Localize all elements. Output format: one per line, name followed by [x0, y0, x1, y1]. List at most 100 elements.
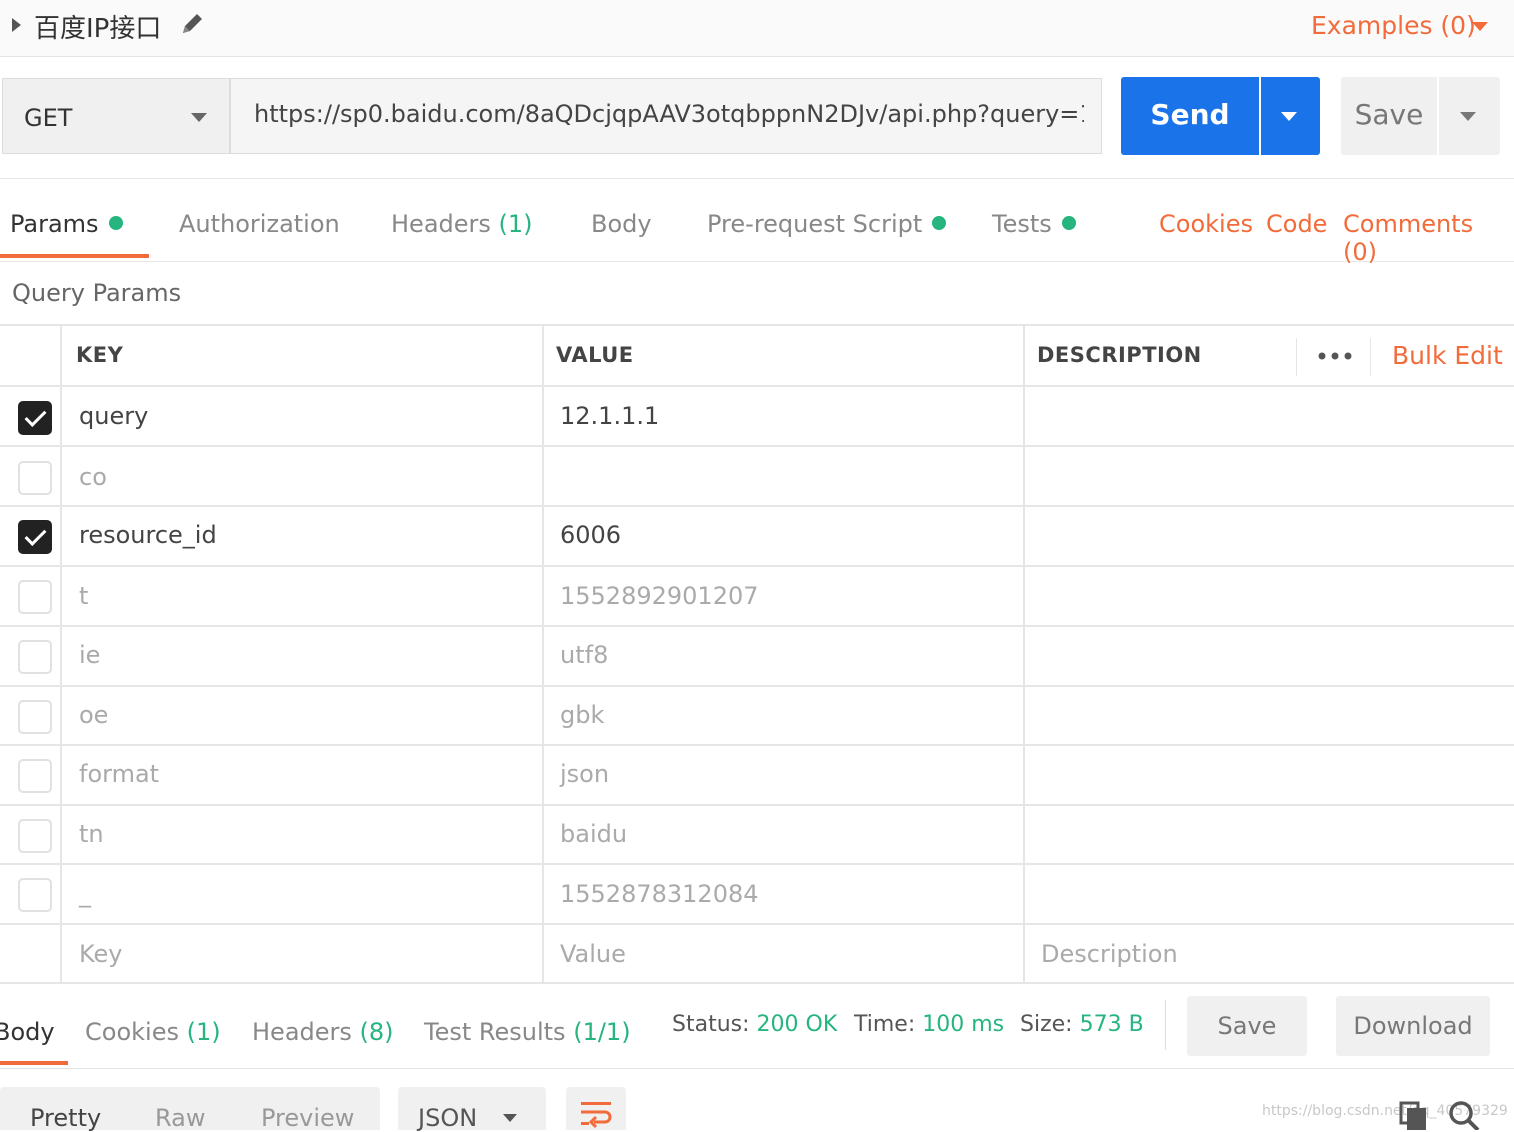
param-key[interactable]: co	[79, 463, 107, 491]
query-params-title: Query Params	[12, 279, 182, 307]
chevron-down-icon[interactable]	[1472, 22, 1488, 31]
param-key[interactable]: tn	[79, 820, 104, 848]
divider	[1165, 1000, 1166, 1050]
param-value[interactable]: 12.1.1.1	[560, 402, 659, 430]
table-border	[0, 923, 1514, 925]
language-value: JSON	[418, 1104, 478, 1132]
column-header-key: KEY	[76, 343, 124, 367]
cookies-link[interactable]: Cookies	[1159, 210, 1253, 238]
param-key[interactable]: resource_id	[79, 521, 217, 549]
active-tab-underline	[0, 254, 149, 258]
send-button-label[interactable]: Send	[1121, 98, 1259, 131]
param-checkbox[interactable]	[18, 461, 52, 495]
response-tab-test-results[interactable]: Test Results (1/1)	[424, 1018, 631, 1046]
active-tab-underline	[0, 1061, 68, 1065]
status-dot-icon	[1061, 216, 1076, 230]
param-value[interactable]: 6006	[560, 521, 621, 549]
response-status: Status: 200 OK	[672, 1012, 837, 1037]
tab-headers[interactable]: Headers (1)	[391, 210, 533, 238]
tab-authorization[interactable]: Authorization	[179, 210, 340, 238]
column-divider	[1023, 326, 1025, 984]
format-pretty[interactable]: Pretty	[30, 1104, 101, 1132]
format-raw[interactable]: Raw	[155, 1104, 205, 1132]
new-key-input[interactable]: Key	[79, 940, 123, 968]
tab-params[interactable]: Params	[10, 210, 123, 238]
param-checkbox[interactable]	[18, 520, 52, 554]
save-button-label[interactable]: Save	[1341, 98, 1437, 131]
table-border	[0, 445, 1514, 447]
pencil-icon[interactable]	[178, 10, 206, 38]
table-border	[0, 625, 1514, 627]
param-key[interactable]: format	[79, 760, 159, 788]
tab-label: Params	[10, 210, 99, 238]
tab-label: Tests	[992, 210, 1052, 238]
copy-icon[interactable]	[1398, 1100, 1428, 1130]
chevron-down-icon[interactable]	[503, 1114, 517, 1122]
download-button-label[interactable]: Download	[1336, 1012, 1490, 1040]
url-value[interactable]: https://sp0.baidu.com/8aQDcjqpAAV3otqbpp…	[254, 100, 1084, 128]
param-value[interactable]: baidu	[560, 820, 627, 848]
request-name[interactable]: 百度IP接口	[34, 8, 161, 45]
param-checkbox[interactable]	[18, 640, 52, 674]
bulk-edit-link[interactable]: Bulk Edit	[1392, 341, 1503, 370]
tab-label: Headers	[252, 1018, 352, 1046]
table-border	[0, 565, 1514, 567]
response-tab-body[interactable]: Body	[0, 1018, 55, 1046]
column-header-description: DESCRIPTION	[1037, 343, 1202, 367]
response-tab-cookies[interactable]: Cookies (1)	[85, 1018, 221, 1046]
wrap-lines-icon[interactable]	[578, 1098, 614, 1130]
param-value[interactable]: utf8	[560, 641, 608, 669]
table-border	[0, 324, 1514, 326]
status-dot-icon	[108, 216, 123, 230]
tab-body[interactable]: Body	[591, 210, 652, 238]
param-value[interactable]: json	[560, 760, 609, 788]
search-icon[interactable]	[1448, 1100, 1480, 1130]
param-checkbox[interactable]	[18, 759, 52, 793]
table-border	[0, 744, 1514, 746]
examples-dropdown[interactable]: Examples (0)	[1311, 11, 1476, 40]
response-tab-headers[interactable]: Headers (8)	[252, 1018, 394, 1046]
table-border	[0, 863, 1514, 865]
table-border	[0, 505, 1514, 507]
new-description-input[interactable]: Description	[1041, 940, 1178, 968]
param-value[interactable]: 1552892901207	[560, 582, 759, 610]
format-preview[interactable]: Preview	[261, 1104, 354, 1132]
tab-prerequest-script[interactable]: Pre-request Script	[707, 210, 947, 238]
param-key[interactable]: _	[79, 880, 91, 908]
param-checkbox[interactable]	[18, 580, 52, 614]
tab-count: (1)	[186, 1018, 221, 1046]
table-border	[0, 685, 1514, 687]
method-value: GET	[24, 104, 73, 132]
param-checkbox[interactable]	[18, 401, 52, 435]
chevron-down-icon[interactable]	[1281, 112, 1297, 121]
param-checkbox[interactable]	[18, 878, 52, 912]
tab-tests[interactable]: Tests	[992, 210, 1076, 238]
chevron-down-icon[interactable]	[1460, 112, 1476, 121]
response-size: Size: 573 B	[1020, 1012, 1144, 1037]
table-border	[0, 385, 1514, 387]
column-divider	[60, 326, 62, 984]
tab-label: Cookies	[85, 1018, 179, 1046]
comments-link[interactable]: Comments (0)	[1343, 210, 1514, 266]
param-key[interactable]: t	[79, 582, 88, 610]
divider	[1296, 338, 1297, 376]
status-dot-icon	[932, 216, 947, 230]
more-horizontal-icon[interactable]	[1318, 352, 1352, 360]
tab-count: (8)	[359, 1018, 394, 1046]
param-value[interactable]: gbk	[560, 701, 604, 729]
response-time: Time: 100 ms	[854, 1012, 1004, 1037]
param-key[interactable]: query	[79, 402, 148, 430]
param-key[interactable]: oe	[79, 701, 108, 729]
new-value-input[interactable]: Value	[560, 940, 626, 968]
param-checkbox[interactable]	[18, 819, 52, 853]
param-checkbox[interactable]	[18, 700, 52, 734]
chevron-down-icon[interactable]	[191, 113, 207, 122]
caret-right-icon[interactable]	[12, 18, 21, 32]
param-key[interactable]: ie	[79, 641, 100, 669]
size-value: 573 B	[1079, 1012, 1144, 1037]
param-value[interactable]: 1552878312084	[560, 880, 759, 908]
code-link[interactable]: Code	[1266, 210, 1327, 238]
column-divider	[542, 326, 544, 984]
save-response-label[interactable]: Save	[1187, 1012, 1307, 1040]
tab-count: (1)	[498, 210, 533, 238]
